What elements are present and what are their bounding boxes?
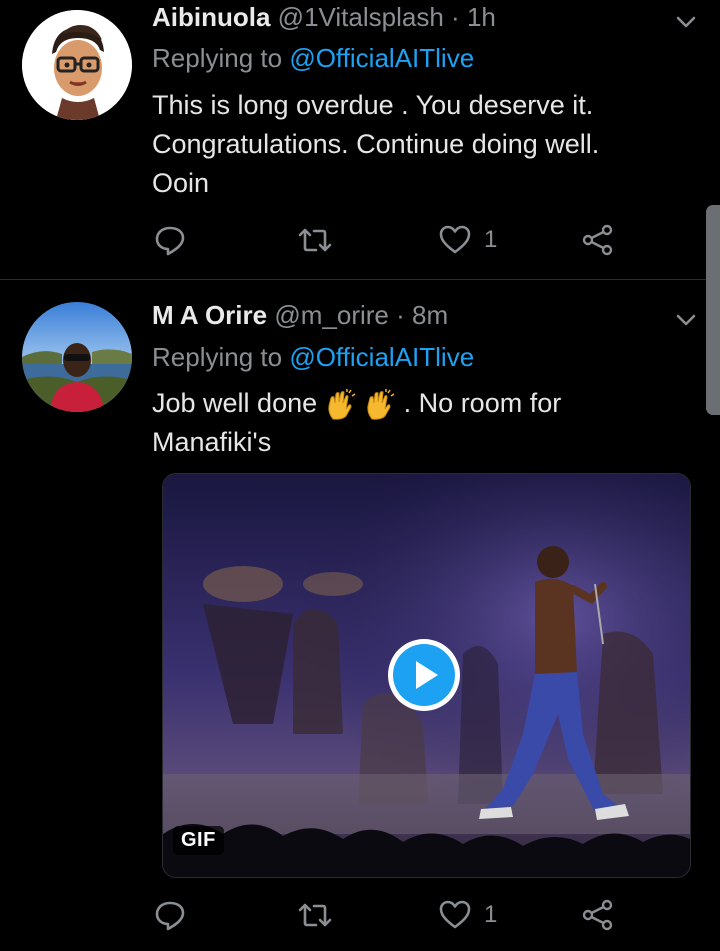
retweet-icon: [298, 228, 332, 252]
clapping-hands-emoji-icon: [327, 388, 356, 420]
like-count: 1: [484, 226, 498, 253]
mention-link[interactable]: @OfficialAITlive: [289, 342, 474, 372]
timestamp: 8m: [412, 300, 449, 330]
mention-link[interactable]: @OfficialAITlive: [289, 43, 474, 73]
chevron-down-icon[interactable]: [674, 308, 698, 332]
tweet-header: Aibinuola @1Vitalsplash · 1h: [152, 2, 496, 33]
tweet-text: Job well done . No room for Manafiki's: [152, 384, 692, 462]
reply-icon: [155, 901, 185, 931]
tweet-1[interactable]: Aibinuola @1Vitalsplash · 1h Replying to…: [0, 0, 720, 279]
like-count: 1: [484, 901, 498, 928]
heart-icon: [439, 225, 471, 254]
timestamp: 1h: [466, 2, 496, 32]
like-button[interactable]: 1: [438, 220, 497, 260]
share-button[interactable]: [580, 895, 614, 935]
avatar[interactable]: [22, 10, 132, 120]
heart-icon: [439, 900, 471, 929]
user-handle[interactable]: @m_orire: [274, 300, 389, 330]
tweet-text-line: Congratulations. Continue doing well.: [152, 129, 600, 159]
reply-button[interactable]: [152, 220, 188, 260]
gif-badge: GIF: [173, 826, 224, 855]
tweet-text-segment: Job well done: [152, 388, 318, 418]
tweet-text-line: Job well done . No room for: [152, 384, 692, 423]
avatar[interactable]: [22, 302, 132, 412]
retweet-button[interactable]: [296, 220, 334, 260]
photo-avatar-icon: [22, 302, 132, 412]
tweet-text-segment: . No room for: [403, 388, 562, 418]
tweet-text-line: Manafiki's: [152, 427, 272, 457]
display-name[interactable]: Aibinuola: [152, 2, 270, 32]
replying-prefix: Replying to: [152, 43, 283, 73]
reply-icon: [155, 226, 185, 256]
cartoon-avatar-icon: [22, 10, 132, 120]
display-name[interactable]: M A Orire: [152, 300, 267, 330]
user-handle[interactable]: @1Vitalsplash: [278, 2, 444, 32]
replying-to: Replying to @OfficialAITlive: [152, 342, 474, 373]
tweet-actions: 1: [152, 220, 632, 260]
retweet-button[interactable]: [296, 895, 334, 935]
tweet-text-line: This is long overdue . You deserve it.: [152, 90, 594, 120]
tweet-actions: 1: [152, 895, 632, 935]
share-button[interactable]: [580, 220, 614, 260]
gif-media[interactable]: GIF: [162, 473, 691, 878]
replying-prefix: Replying to: [152, 342, 283, 372]
clapping-hands-emoji-icon: [367, 388, 395, 420]
chevron-down-icon[interactable]: [674, 10, 698, 34]
retweet-icon: [298, 903, 332, 927]
tweet-2[interactable]: M A Orire @m_orire · 8m Replying to @Off…: [0, 280, 720, 951]
tweet-text-line: Ooin: [152, 168, 210, 198]
play-button[interactable]: [386, 637, 462, 713]
separator-dot: ·: [451, 2, 460, 32]
replying-to: Replying to @OfficialAITlive: [152, 43, 474, 74]
like-button[interactable]: 1: [438, 895, 497, 935]
share-icon: [582, 224, 613, 256]
separator-dot: ·: [396, 300, 405, 330]
reply-button[interactable]: [152, 895, 188, 935]
tweet-text: This is long overdue . You deserve it. C…: [152, 86, 692, 203]
tweet-header: M A Orire @m_orire · 8m: [152, 300, 448, 331]
share-icon: [582, 899, 613, 931]
